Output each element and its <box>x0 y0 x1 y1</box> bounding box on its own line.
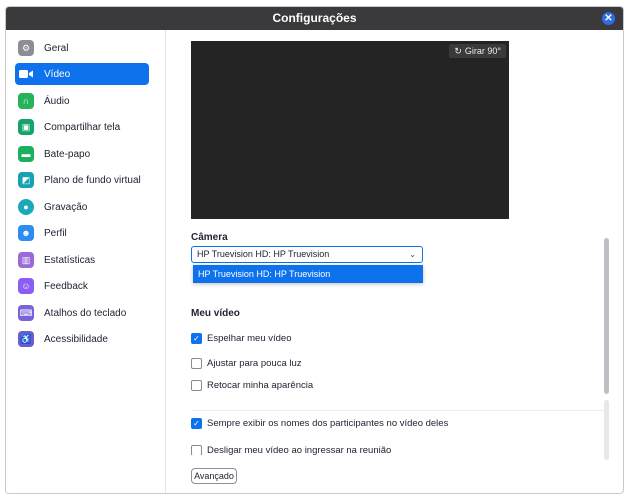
accessibility-icon: ♿ <box>18 331 34 347</box>
sidebar-item-perfil[interactable]: ☻ Perfil <box>15 222 149 244</box>
sidebar-item-label: Bate-papo <box>44 148 91 160</box>
gear-icon: ⚙ <box>18 40 34 56</box>
headphones-icon: ∩ <box>18 93 34 109</box>
video-camera-icon <box>18 66 34 82</box>
close-button[interactable]: ✕ <box>602 12 615 25</box>
sidebar-item-geral[interactable]: ⚙ Geral <box>15 37 149 59</box>
checkbox[interactable] <box>191 358 202 369</box>
chat-icon: ▬ <box>18 146 34 162</box>
checkbox-checked[interactable]: ✓ <box>191 418 202 429</box>
checkbox[interactable] <box>191 380 202 391</box>
scrollbar-track[interactable] <box>604 400 609 460</box>
show-names-option[interactable]: ✓ Sempre exibir os nomes dos participant… <box>191 418 448 429</box>
camera-heading: Câmera <box>191 232 228 243</box>
camera-select-value: HP Truevision HD: HP Truevision <box>197 249 330 259</box>
profile-icon: ☻ <box>18 225 34 241</box>
sidebar-item-label: Estatísticas <box>44 254 96 266</box>
sidebar-item-label: Vídeo <box>44 68 71 80</box>
statistics-icon: ▥ <box>18 252 34 268</box>
sidebar-item-label: Compartilhar tela <box>44 121 121 133</box>
share-screen-icon: ▣ <box>18 119 34 135</box>
title-bar: Configurações ✕ <box>6 7 623 30</box>
sidebar-item-estatisticas[interactable]: ▥ Estatísticas <box>15 249 149 271</box>
camera-select[interactable]: HP Truevision HD: HP Truevision ⌄ <box>191 246 423 263</box>
chevron-down-icon: ⌄ <box>409 250 416 259</box>
mirror-video-option[interactable]: ✓ Espelhar meu vídeo <box>191 333 292 344</box>
my-video-heading: Meu vídeo <box>191 308 240 319</box>
sidebar-item-video[interactable]: Vídeo <box>15 63 149 85</box>
close-icon: ✕ <box>604 13 613 24</box>
rotate-button[interactable]: ↻ Girar 90° <box>449 44 506 58</box>
recording-icon: ● <box>18 199 34 215</box>
sidebar-item-label: Perfil <box>44 227 67 239</box>
sidebar-item-plano-de-fundo[interactable]: ◩ Plano de fundo virtual <box>15 169 149 191</box>
option-label: Retocar minha aparência <box>207 380 314 391</box>
option-label: Desligar meu vídeo ao ingressar na reuni… <box>207 445 392 455</box>
window-title: Configurações <box>272 11 357 25</box>
sidebar-item-bate-papo[interactable]: ▬ Bate-papo <box>15 143 149 165</box>
camera-preview: ↻ Girar 90° <box>191 41 509 219</box>
sidebar-item-label: Geral <box>44 42 69 54</box>
advanced-button[interactable]: Avançado <box>191 468 237 484</box>
sidebar-item-acessibilidade[interactable]: ♿ Acessibilidade <box>15 328 149 350</box>
low-light-option[interactable]: Ajustar para pouca luz <box>191 358 302 369</box>
checkbox-checked[interactable]: ✓ <box>191 333 202 344</box>
sidebar-item-gravacao[interactable]: ● Gravação <box>15 196 149 218</box>
sidebar-item-label: Gravação <box>44 201 88 213</box>
scrollbar-thumb[interactable] <box>604 238 609 394</box>
camera-dropdown: HP Truevision HD: HP Truevision <box>193 265 423 283</box>
settings-sidebar: ⚙ Geral Vídeo ∩ Áudio ▣ Compartilhar tel… <box>6 30 166 493</box>
camera-option[interactable]: HP Truevision HD: HP Truevision <box>193 265 423 283</box>
settings-window: Configurações ✕ ⚙ Geral Vídeo ∩ Áudio ▣ … <box>5 6 624 494</box>
rotate-label: Girar 90° <box>464 46 501 56</box>
option-label: Ajustar para pouca luz <box>207 358 302 369</box>
feedback-icon: ☺ <box>18 278 34 294</box>
sidebar-item-compartilhar-tela[interactable]: ▣ Compartilhar tela <box>15 116 149 138</box>
checkbox[interactable] <box>191 445 202 455</box>
option-label: Sempre exibir os nomes dos participantes… <box>207 418 449 429</box>
sidebar-item-label: Atalhos do teclado <box>44 307 127 319</box>
video-settings-panel: ↻ Girar 90° Câmera HP Truevision HD: HP … <box>166 30 623 493</box>
sidebar-item-label: Plano de fundo virtual <box>44 174 141 186</box>
virtual-background-icon: ◩ <box>18 172 34 188</box>
sidebar-item-audio[interactable]: ∩ Áudio <box>15 90 149 112</box>
option-label: Espelhar meu vídeo <box>207 333 292 344</box>
sidebar-item-feedback[interactable]: ☺ Feedback <box>15 275 149 297</box>
sidebar-item-label: Feedback <box>44 280 88 292</box>
sidebar-item-atalhos[interactable]: ⌨ Atalhos do teclado <box>15 302 149 324</box>
sidebar-item-label: Áudio <box>44 95 70 107</box>
rotate-icon: ↻ <box>454 46 462 56</box>
keyboard-icon: ⌨ <box>18 305 34 321</box>
sidebar-item-label: Acessibilidade <box>44 333 108 345</box>
section-divider <box>191 410 605 411</box>
turn-off-video-option[interactable]: Desligar meu vídeo ao ingressar na reuni… <box>191 445 391 455</box>
touch-up-option[interactable]: Retocar minha aparência <box>191 380 313 391</box>
